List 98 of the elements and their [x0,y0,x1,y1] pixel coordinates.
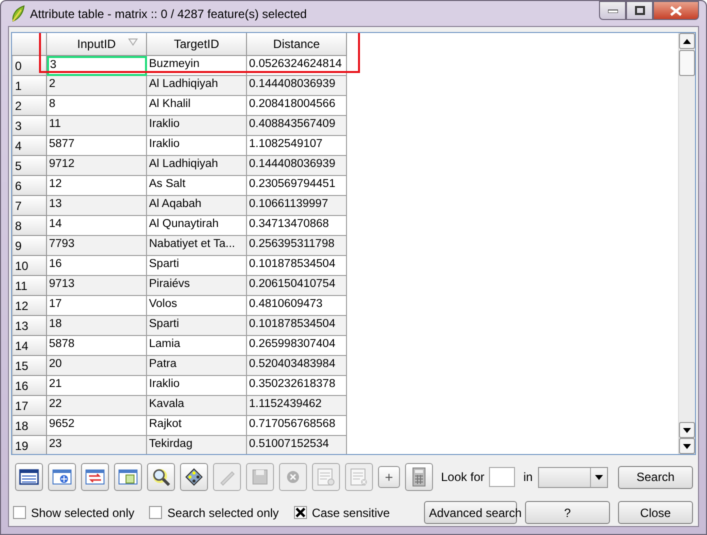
table-cell: 0.10661139997 [247,196,347,216]
row-header[interactable]: 15 [12,356,47,376]
row-header[interactable]: 19 [12,436,47,454]
table-cell: 18 [47,316,147,336]
row-header[interactable]: 11 [12,276,47,296]
close-button[interactable] [653,1,699,20]
row-header[interactable]: 13 [12,316,47,336]
checkbox-label: Search selected only [167,506,279,520]
floppy-icon [250,467,270,487]
row-header[interactable]: 9 [12,236,47,256]
row-header[interactable]: 8 [12,216,47,236]
table-cell: Sparti [147,316,247,336]
row-header[interactable]: 3 [12,116,47,136]
maximize-button[interactable] [626,1,653,20]
row-header[interactable]: 7 [12,196,47,216]
corner-header [12,33,47,56]
row-header[interactable]: 14 [12,336,47,356]
checkbox-label: Case sensitive [312,506,390,520]
dropdown-arrow-icon [594,474,603,480]
column-header[interactable]: InputID [47,33,147,56]
table-cell: 0.206150410754 [247,276,347,296]
table-cell: Piraiévs [147,276,247,296]
column-header[interactable]: Distance [247,33,347,56]
row-header[interactable]: 10 [12,256,47,276]
row-header[interactable]: 1 [12,76,47,96]
in-label: in [523,470,533,484]
table-cell: 0.144408036939 [247,76,347,96]
dialog-button[interactable]: ? [525,501,610,524]
up-arrow-icon [683,38,691,44]
table-arrows-icon [85,467,105,487]
vertical-scrollbar[interactable] [678,33,695,454]
table-cell: 0.51007152534 [247,436,347,454]
table-cell: Al Ladhiqiyah [147,156,247,176]
table-icon [19,467,39,487]
minimize-button[interactable] [599,1,626,20]
field-dropdown[interactable] [538,466,608,488]
table-cell: 0.408843567409 [247,116,347,136]
sort-indicator-icon [128,38,138,46]
look-for-label: Look for [441,470,484,484]
table-cell: Kavala [147,396,247,416]
row-header[interactable]: 6 [12,176,47,196]
close-icon [670,6,682,16]
down-arrow-icon [683,444,691,448]
leaf-icon [10,4,26,22]
table-cell: Al Aqabah [147,196,247,216]
table-cell: Nabatiyet et Ta... [147,236,247,256]
dialog-button[interactable]: Close [618,501,693,524]
minimize-icon [608,8,618,12]
row-header[interactable]: 0 [12,56,47,76]
row-header[interactable]: 18 [12,416,47,436]
table-cell: 0.256395311798 [247,236,347,256]
magnifier-icon [151,467,171,487]
table-cell: 11 [47,116,147,136]
table-cell: Patra [147,356,247,376]
toolbar-button[interactable] [147,463,175,491]
table-cell: 3 [47,56,147,76]
row-header[interactable]: 16 [12,376,47,396]
row-header[interactable]: 4 [12,136,47,156]
scroll-thumb[interactable] [679,50,695,76]
window-title: Attribute table - matrix :: 0 / 4287 feature(s) selected [30,6,307,20]
table-cell: 0.101878534504 [247,316,347,336]
scroll-up-button[interactable] [679,33,695,49]
table-cell: 2 [47,76,147,96]
table-cell: Al Ladhiqiyah [147,76,247,96]
row-header[interactable]: 5 [12,156,47,176]
row-header[interactable]: 12 [12,296,47,316]
table-cell: 9712 [47,156,147,176]
toolbar-button[interactable] [180,463,208,491]
table-cell: 9713 [47,276,147,296]
maximize-icon [634,6,644,15]
form-icon [316,467,336,487]
column-header[interactable]: TargetID [147,33,247,56]
table-cell: 22 [47,396,147,416]
checkbox[interactable] [149,506,162,519]
checkbox-label: Show selected only [31,506,134,520]
toolbar-button[interactable]: + [378,466,400,488]
toolbar-button[interactable] [15,463,43,491]
table-cell: 7793 [47,236,147,256]
search-field[interactable] [489,467,516,487]
table-cell: Tekirdag [147,436,247,454]
table-cell: 0.520403483984 [247,356,347,376]
diamond-dots-icon [184,467,204,487]
down-arrow-icon [683,428,691,432]
scroll-down-button[interactable] [679,438,695,454]
checkbox[interactable] [294,506,307,519]
table-cell: 1.1152439462 [247,396,347,416]
form-remove-icon [349,467,369,487]
table-cell: Iraklio [147,116,247,136]
checkbox[interactable] [13,506,26,519]
table-cell: 0.144408036939 [247,156,347,176]
table-cell: 23 [47,436,147,454]
row-header[interactable]: 17 [12,396,47,416]
table-page-icon [118,467,138,487]
row-header[interactable]: 2 [12,96,47,116]
search-button[interactable]: Search [618,466,693,488]
scroll-down-button[interactable] [679,422,695,438]
table-cell: 13 [47,196,147,216]
table-cell: 20 [47,356,147,376]
